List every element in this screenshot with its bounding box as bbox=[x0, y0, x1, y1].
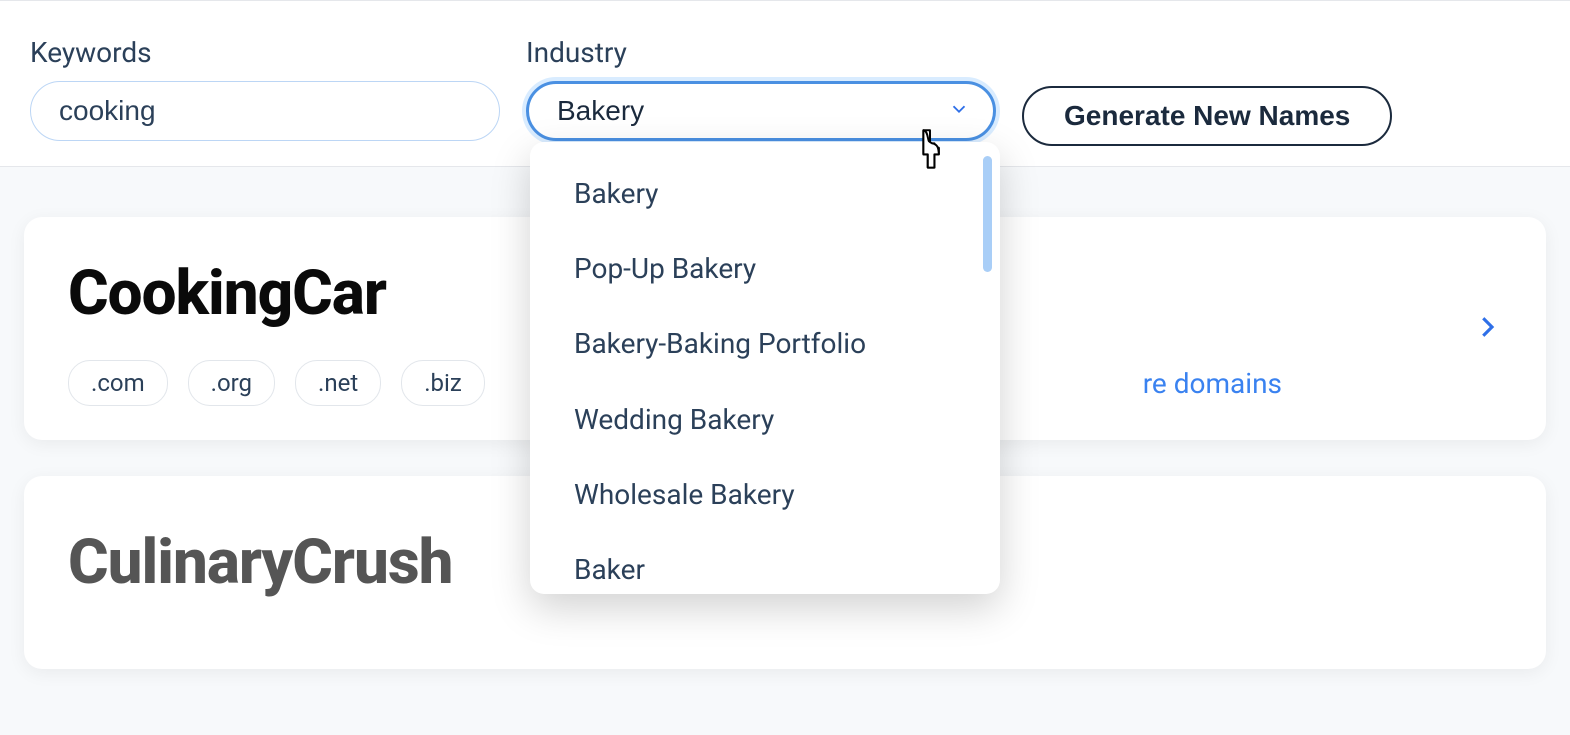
domain-pill[interactable]: .biz bbox=[401, 360, 485, 406]
industry-dropdown: Bakery Pop-Up Bakery Bakery-Baking Portf… bbox=[530, 142, 1000, 594]
dropdown-option[interactable]: Pop-Up Bakery bbox=[530, 231, 984, 306]
industry-input[interactable] bbox=[526, 81, 996, 141]
dropdown-scrollbar[interactable] bbox=[983, 156, 992, 272]
generate-button[interactable]: Generate New Names bbox=[1022, 86, 1392, 146]
generate-button-wrap: Generate New Names bbox=[1022, 36, 1392, 146]
arrow-right-icon[interactable] bbox=[1472, 312, 1502, 346]
industry-field-group: Industry bbox=[526, 36, 996, 141]
keywords-input[interactable] bbox=[30, 81, 500, 141]
keywords-field-group: Keywords bbox=[30, 36, 500, 141]
industry-combobox[interactable] bbox=[526, 81, 996, 141]
domain-pill[interactable]: .org bbox=[188, 360, 275, 406]
industry-label: Industry bbox=[526, 36, 996, 69]
dropdown-option[interactable]: Wedding Bakery bbox=[530, 382, 984, 457]
dropdown-option[interactable]: Baker bbox=[530, 532, 984, 594]
dropdown-option[interactable]: Bakery bbox=[530, 156, 984, 231]
dropdown-option[interactable]: Wholesale Bakery bbox=[530, 457, 984, 532]
domain-pill[interactable]: .com bbox=[68, 360, 168, 406]
domain-pill[interactable]: .net bbox=[295, 360, 381, 406]
keywords-label: Keywords bbox=[30, 36, 500, 69]
dropdown-option[interactable]: Bakery-Baking Portfolio bbox=[530, 306, 984, 381]
more-domains-link[interactable]: re domains bbox=[1143, 367, 1282, 400]
